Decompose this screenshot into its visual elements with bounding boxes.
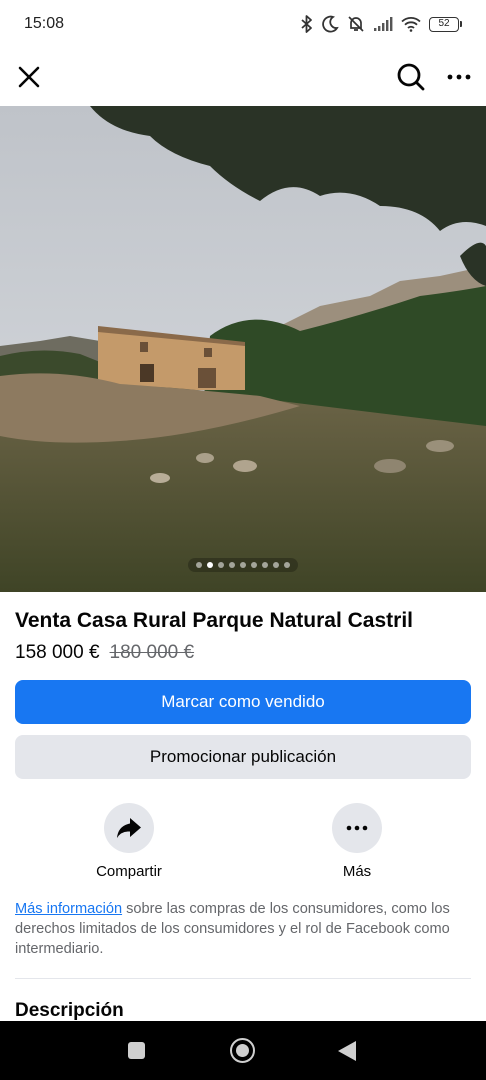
status-time: 15:08: [24, 15, 65, 32]
moon-icon: [321, 15, 339, 33]
pagination-dot: [218, 562, 224, 568]
top-app-bar: [0, 48, 486, 106]
wifi-icon: [401, 16, 421, 32]
close-icon[interactable]: [16, 64, 42, 90]
more-icon[interactable]: [332, 803, 382, 853]
pagination-dot: [207, 562, 213, 568]
back-icon[interactable]: [338, 1041, 356, 1061]
current-price: 158 000 €: [15, 642, 100, 663]
listing-title: Venta Casa Rural Parque Natural Castril: [15, 609, 413, 632]
battery-level: 52: [429, 16, 459, 32]
more-info-link[interactable]: Más información: [15, 901, 122, 917]
pagination-dot: [240, 562, 246, 568]
more-label: Más: [342, 863, 372, 880]
listing-photo[interactable]: [0, 106, 486, 592]
pagination-dot: [229, 562, 235, 568]
pagination-dot: [262, 562, 268, 568]
more-icon[interactable]: [446, 64, 472, 90]
pagination-dot: [273, 562, 279, 568]
top-actions: [396, 62, 472, 92]
bell-off-icon: [347, 15, 365, 33]
share-action[interactable]: Compartir: [74, 803, 184, 880]
signal-icon: [373, 16, 393, 32]
home-icon[interactable]: [230, 1038, 255, 1063]
mark-as-sold-button[interactable]: Marcar como vendido: [15, 680, 471, 724]
pagination-dot: [196, 562, 202, 568]
pagination-dot: [251, 562, 257, 568]
system-nav-bar: [0, 1021, 486, 1080]
status-bar: 15:08 52: [0, 0, 486, 48]
pagination-dot: [284, 562, 290, 568]
share-label: Compartir: [96, 863, 162, 880]
price-row: 158 000 € 180 000 €: [15, 642, 194, 664]
photo-pagination: [0, 558, 486, 572]
bluetooth-icon: [301, 15, 313, 33]
recent-apps-icon[interactable]: [128, 1042, 145, 1059]
share-icon[interactable]: [104, 803, 154, 853]
battery-icon: 52: [429, 16, 462, 32]
divider: [15, 978, 471, 979]
search-icon[interactable]: [396, 62, 426, 92]
consumer-info-text: Más información sobre las compras de los…: [15, 899, 465, 959]
promote-listing-button[interactable]: Promocionar publicación: [15, 735, 471, 779]
status-icons: 52: [301, 15, 462, 33]
original-price: 180 000 €: [109, 642, 195, 663]
description-heading: Descripción: [15, 1000, 124, 1021]
more-action[interactable]: Más: [302, 803, 412, 880]
